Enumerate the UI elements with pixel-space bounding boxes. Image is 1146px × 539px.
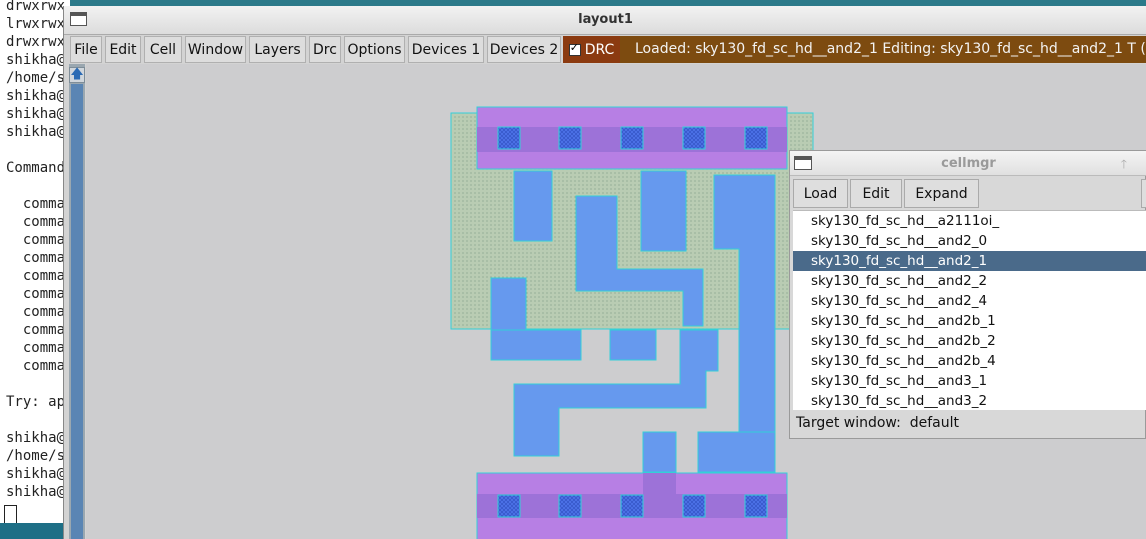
terminal-line: shikha@ — [6, 430, 66, 446]
cell-list-item[interactable]: sky130_fd_sc_hd__and2_0 — [793, 231, 1146, 251]
terminal-line: Try: ap — [6, 394, 66, 410]
terminal-line: shikha@ — [6, 52, 66, 68]
terminal-line: comma — [6, 214, 66, 230]
cell-list-item[interactable]: sky130_fd_sc_hd__and2b_1 — [793, 311, 1146, 331]
ground-rail-stub — [643, 473, 676, 518]
menu-cell[interactable]: Cell — [144, 36, 182, 63]
menu-edit[interactable]: Edit — [105, 36, 141, 63]
contact — [558, 126, 582, 150]
drc-toggle[interactable]: DRC — [563, 36, 620, 63]
target-window-row: Target window: default — [796, 415, 959, 431]
contact — [744, 126, 768, 150]
terminal-line: shikha@ — [6, 484, 66, 500]
target-window-value[interactable]: default — [910, 415, 959, 431]
terminal-line: Command — [6, 160, 66, 176]
contact — [558, 494, 582, 518]
contact — [744, 494, 768, 518]
terminal-line: comma — [6, 358, 66, 374]
terminal-line: shikha@ — [6, 124, 66, 140]
extra-button-edge[interactable] — [1141, 179, 1146, 208]
terminal-line: shikha@ — [6, 88, 66, 104]
menu-drc[interactable]: Drc — [309, 36, 341, 63]
contact — [682, 126, 706, 150]
terminal-line: comma — [6, 196, 66, 212]
cell-list-item[interactable]: sky130_fd_sc_hd__and3_2 — [793, 391, 1146, 410]
terminal-line: /home/s — [6, 448, 66, 464]
terminal-line: comma — [6, 250, 66, 266]
terminal-line: comma — [6, 322, 66, 338]
cell-list-item[interactable]: sky130_fd_sc_hd__a2111oi_ — [793, 211, 1146, 231]
cell-list-item[interactable]: sky130_fd_sc_hd__and2_2 — [793, 271, 1146, 291]
menu-devices-1[interactable]: Devices 1 — [408, 36, 484, 63]
scroll-up-arrow-icon[interactable]: 🡅 — [69, 67, 85, 83]
contact — [497, 494, 521, 518]
scroll-track[interactable] — [71, 84, 83, 539]
menu-file[interactable]: File — [70, 36, 102, 63]
terminal-line: /home/s — [6, 70, 66, 86]
cell-list[interactable]: sky130_fd_sc_hd__a2111oi_ sky130_fd_sc_hd… — [793, 210, 1146, 410]
cell-list-item[interactable]: sky130_fd_sc_hd__and2b_2 — [793, 331, 1146, 351]
menu-window[interactable]: Window — [185, 36, 246, 63]
terminal-line: shikha@ — [6, 106, 66, 122]
terminal-line: comma — [6, 268, 66, 284]
cellmgr-title: cellmgr — [941, 156, 996, 171]
menu-bar: File Edit Cell Window Layers Drc Options… — [64, 35, 1146, 64]
cell-list-item[interactable]: sky130_fd_sc_hd__and2_4 — [793, 291, 1146, 311]
menu-devices-2[interactable]: Devices 2 — [487, 36, 561, 63]
cell-list-item[interactable]: sky130_fd_sc_hd__and2_1 — [793, 251, 1146, 271]
vertical-scrollbar[interactable]: 🡅 — [69, 64, 85, 539]
pin-icon[interactable]: 🡑 — [1121, 155, 1127, 176]
expand-button[interactable]: Expand — [904, 179, 979, 208]
layout-window-title: layout1 — [578, 12, 633, 27]
target-window-label: Target window: — [796, 415, 901, 431]
terminal-line: lrwxrwx — [6, 16, 66, 32]
terminal-line: comma — [6, 304, 66, 320]
terminal-line: comma — [6, 232, 66, 248]
status-bar: Loaded: sky130_fd_sc_hd__and2_1 Editing:… — [620, 36, 1146, 63]
cell-list-item[interactable]: sky130_fd_sc_hd__and2b_4 — [793, 351, 1146, 371]
menu-options[interactable]: Options — [344, 36, 405, 63]
contact — [620, 126, 644, 150]
edit-button[interactable]: Edit — [850, 179, 902, 208]
load-button[interactable]: Load — [793, 179, 848, 208]
terminal-line: comma — [6, 340, 66, 356]
cellmgr-window: cellmgr 🡑 Load Edit Expand sky130_fd_sc_… — [789, 150, 1146, 439]
drc-label: DRC — [584, 41, 615, 58]
cell-list-item[interactable]: sky130_fd_sc_hd__and3_1 — [793, 371, 1146, 391]
desktop-strip — [0, 523, 70, 539]
terminal-window[interactable]: drwxrwx lrwxrwx drwxrwx shikha@ /home/s shikh… — [0, 0, 70, 539]
contact — [682, 494, 706, 518]
contact — [497, 126, 521, 150]
cellmgr-title-bar[interactable]: cellmgr 🡑 — [790, 151, 1146, 176]
drc-checkbox-icon[interactable] — [568, 41, 581, 56]
contact — [620, 494, 644, 518]
terminal-line: drwxrwx — [6, 34, 66, 50]
menu-layers[interactable]: Layers — [249, 36, 306, 63]
terminal-line: drwxrwx — [6, 0, 66, 14]
layout-title-bar[interactable]: layout1 — [64, 6, 1146, 35]
terminal-cursor — [4, 505, 17, 524]
terminal-line: comma — [6, 286, 66, 302]
terminal-line: shikha@ — [6, 466, 66, 482]
